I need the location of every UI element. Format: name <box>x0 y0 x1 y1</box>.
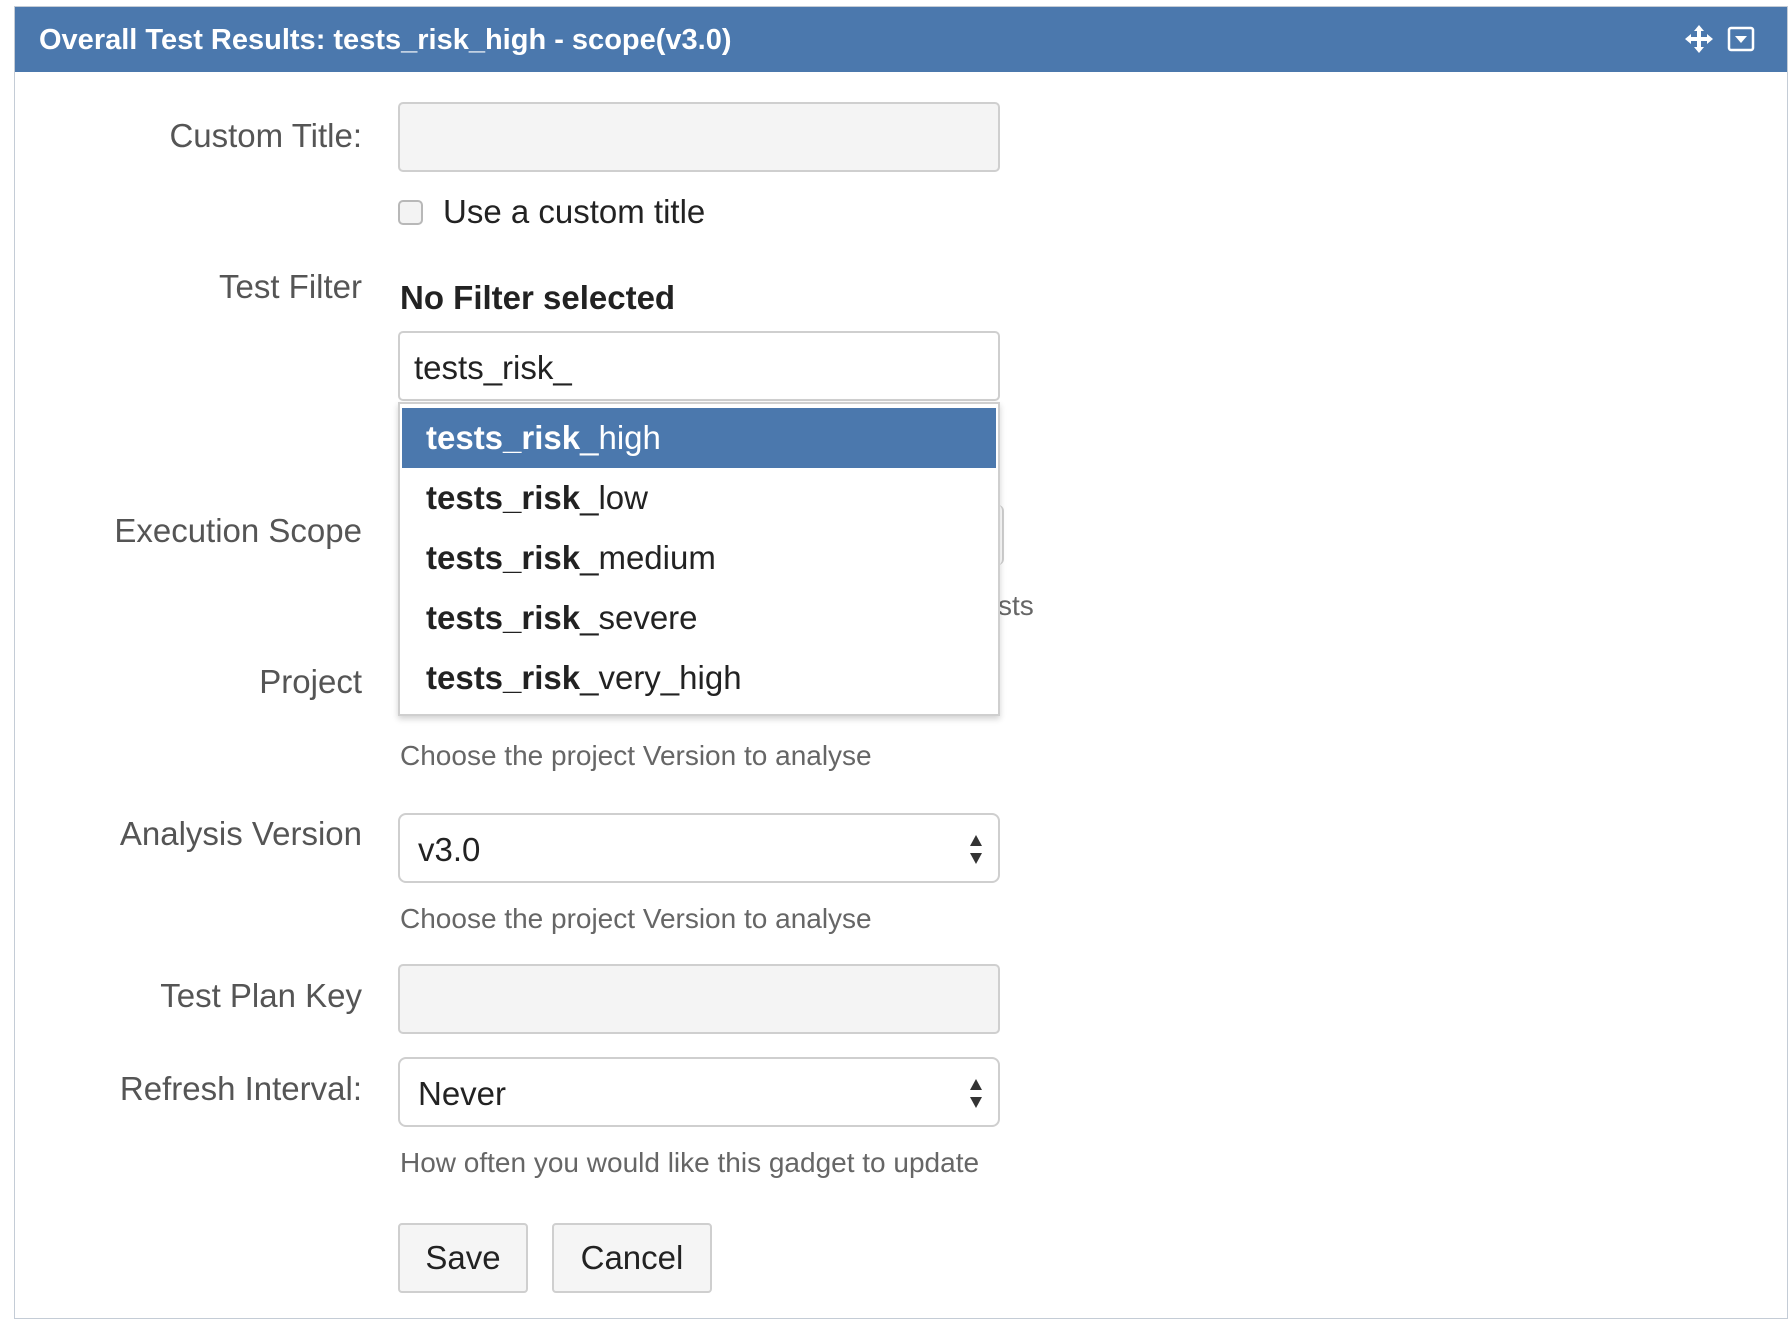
header-actions <box>1683 23 1757 55</box>
analysis-version-select[interactable]: v3.0 <box>398 813 1000 883</box>
suggestion-tests-risk-medium[interactable]: tests_risk_medium <box>400 528 998 588</box>
suggestion-tests-risk-severe[interactable]: tests_risk_severe <box>400 588 998 648</box>
project-label: Project <box>259 663 362 700</box>
analysis-version-hint: Choose the project Version to analyse <box>400 903 872 934</box>
use-custom-title-row: Use a custom title <box>398 193 705 231</box>
test-plan-key-label: Test Plan Key <box>160 977 362 1014</box>
test-filter-label: Test Filter <box>218 268 362 305</box>
analysis-version-label: Analysis Version <box>119 815 362 852</box>
select-arrows-icon <box>970 1079 982 1108</box>
analysis-version-value: v3.0 <box>418 831 481 868</box>
use-custom-title-checkbox[interactable] <box>398 199 423 225</box>
test-filter-input[interactable]: tests_risk_ <box>398 331 1000 401</box>
suggestion-tests-risk-very-high[interactable]: tests_risk_very_high <box>400 648 998 708</box>
save-button[interactable]: Save <box>398 1223 528 1293</box>
gadget-header: Overall Test Results: tests_risk_high - … <box>15 7 1787 72</box>
custom-title-input[interactable] <box>398 102 1000 172</box>
select-arrows-icon <box>970 835 982 864</box>
refresh-interval-hint: How often you would like this gadget to … <box>400 1147 980 1178</box>
gadget-title: Overall Test Results: tests_risk_high - … <box>39 24 732 56</box>
use-custom-title-label[interactable]: Use a custom title <box>443 193 705 231</box>
execution-scope-hint-fragment: sts <box>998 590 1034 621</box>
custom-title-label: Custom Title: <box>169 117 362 154</box>
refresh-interval-label: Refresh Interval: <box>119 1070 362 1107</box>
refresh-interval-value: Never <box>418 1075 507 1112</box>
project-hint: Choose the project Version to analyse <box>400 740 872 771</box>
cancel-button[interactable]: Cancel <box>552 1223 712 1293</box>
suggestion-tests-risk-low[interactable]: tests_risk_low <box>400 468 998 528</box>
filter-status: No Filter selected <box>400 279 676 316</box>
execution-scope-label: Execution Scope <box>114 512 362 549</box>
menu-dropdown-icon[interactable] <box>1725 23 1757 55</box>
filter-suggestions: tests_risk_high tests_risk_low tests_ris… <box>398 402 1000 716</box>
move-icon[interactable] <box>1683 23 1715 55</box>
refresh-interval-select[interactable]: Never <box>398 1057 1000 1127</box>
suggestion-tests-risk-high[interactable]: tests_risk_high <box>402 408 996 468</box>
test-plan-key-input[interactable] <box>398 964 1000 1034</box>
